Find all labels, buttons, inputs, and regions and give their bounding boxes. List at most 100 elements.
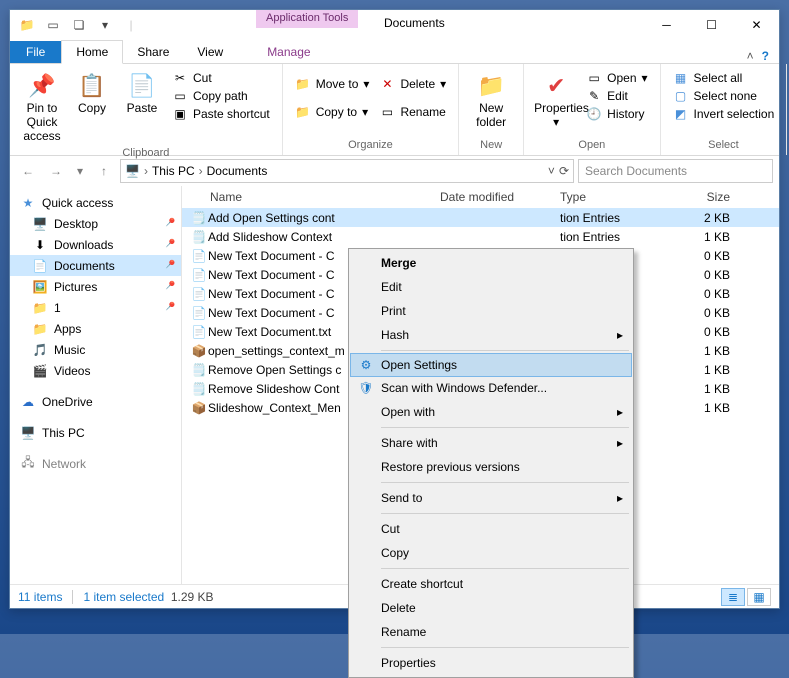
- breadcrumb-thispc[interactable]: This PC: [152, 164, 195, 178]
- pin-icon: 📍: [160, 236, 177, 253]
- sidebar-item-pictures[interactable]: 🖼️Pictures📍: [10, 276, 181, 297]
- moveto-button[interactable]: 📁Move to▾: [295, 76, 370, 92]
- copy-button[interactable]: 📋Copy: [68, 68, 116, 118]
- paste-button[interactable]: 📄Paste: [118, 68, 166, 118]
- recent-dropdown[interactable]: ▾: [72, 159, 88, 183]
- edit-button[interactable]: ✎Edit: [586, 88, 647, 104]
- file-size: 1 KB: [670, 382, 730, 396]
- file-icon: 📄: [190, 325, 208, 339]
- ribbon: 📌Pin to Quick access 📋Copy 📄Paste ✂Cut ▭…: [10, 64, 779, 156]
- breadcrumb-documents[interactable]: Documents: [207, 164, 268, 178]
- sidebar-item-downloads[interactable]: ⬇Downloads📍: [10, 234, 181, 255]
- invertselection-button[interactable]: ◩Invert selection: [673, 106, 775, 122]
- file-icon: 📦: [190, 401, 208, 415]
- sidebar-quickaccess[interactable]: ★Quick access: [10, 192, 181, 213]
- ctx-sharewith[interactable]: Share with▸: [351, 431, 631, 455]
- qat-dropdown-icon[interactable]: ▾: [94, 14, 116, 36]
- chevron-right-icon[interactable]: ›: [197, 164, 205, 178]
- copypath-button[interactable]: ▭Copy path: [172, 88, 270, 104]
- file-size: 1 KB: [670, 401, 730, 415]
- search-input[interactable]: Search Documents: [578, 159, 773, 183]
- open-button[interactable]: ▭Open▾: [586, 70, 647, 86]
- ctx-opensettings[interactable]: ⚙Open Settings: [350, 353, 632, 377]
- status-selected: 1 item selected: [83, 590, 164, 604]
- file-row[interactable]: 🗒️Add Slideshow Contexttion Entries1 KB: [182, 227, 779, 246]
- ctx-hash[interactable]: Hash▸: [351, 323, 631, 347]
- copyto-button[interactable]: 📁Copy to▾: [295, 104, 370, 120]
- ribbon-collapse-icon[interactable]: ˄: [747, 49, 754, 63]
- ctx-cut[interactable]: Cut: [351, 517, 631, 541]
- qat-properties-icon[interactable]: ▭: [42, 14, 64, 36]
- ctx-openwith[interactable]: Open with▸: [351, 400, 631, 424]
- breadcrumb[interactable]: 🖥️ › This PC › Documents ˅⟳: [120, 159, 574, 183]
- selectnone-button[interactable]: ▢Select none: [673, 88, 775, 104]
- ctx-copy[interactable]: Copy: [351, 541, 631, 565]
- sidebar-network[interactable]: 🖧Network: [10, 453, 181, 474]
- refresh-icon[interactable]: ⟳: [559, 164, 569, 178]
- help-icon[interactable]: ?: [762, 49, 769, 63]
- ctx-sendto[interactable]: Send to▸: [351, 486, 631, 510]
- maximize-button[interactable]: ☐: [689, 10, 734, 39]
- file-row[interactable]: 🗒️Add Open Settings conttion Entries2 KB: [182, 208, 779, 227]
- ctx-print[interactable]: Print: [351, 299, 631, 323]
- ctx-delete[interactable]: Delete: [351, 596, 631, 620]
- sidebar-thispc[interactable]: 🖥️This PC: [10, 422, 181, 443]
- sidebar-onedrive[interactable]: ☁OneDrive: [10, 391, 181, 412]
- tab-view[interactable]: View: [183, 41, 237, 63]
- sidebar-item-label: Documents: [54, 259, 115, 273]
- chevron-right-icon: ▸: [617, 328, 623, 342]
- folder-icon: 📄: [32, 259, 48, 273]
- address-dropdown-icon[interactable]: ˅: [548, 164, 555, 178]
- ctx-properties[interactable]: Properties: [351, 651, 631, 675]
- file-size: 0 KB: [670, 325, 730, 339]
- column-headers[interactable]: Name Date modified Type Size: [182, 186, 779, 208]
- ctx-rename[interactable]: Rename: [351, 620, 631, 644]
- newfolder-button[interactable]: 📁New folder: [467, 68, 515, 132]
- sidebar-item-label: 1: [54, 301, 61, 315]
- folder-icon: ⬇: [32, 238, 48, 252]
- chevron-right-icon: ▸: [617, 491, 623, 505]
- qat-newfolder-icon[interactable]: ❏: [68, 14, 90, 36]
- tab-file[interactable]: File: [10, 41, 61, 63]
- cut-button[interactable]: ✂Cut: [172, 70, 270, 86]
- ctx-createshortcut[interactable]: Create shortcut: [351, 572, 631, 596]
- pasteshortcut-button[interactable]: ▣Paste shortcut: [172, 106, 270, 122]
- sidebar-item-music[interactable]: 🎵Music: [10, 339, 181, 360]
- rename-button[interactable]: ▭Rename: [379, 104, 446, 120]
- ribbon-tabs: File Home Share View Manage ˄ ?: [10, 40, 779, 64]
- tab-home[interactable]: Home: [61, 40, 123, 64]
- file-size: 0 KB: [670, 268, 730, 282]
- history-button[interactable]: 🕘History: [586, 106, 647, 122]
- ctx-merge[interactable]: Merge: [351, 251, 631, 275]
- chevron-right-icon[interactable]: ›: [142, 164, 150, 178]
- pin-icon: 📍: [160, 278, 177, 295]
- ctx-restore[interactable]: Restore previous versions: [351, 455, 631, 479]
- gear-icon: ⚙: [357, 358, 375, 372]
- forward-button[interactable]: →: [44, 159, 68, 183]
- file-icon: 🗒️: [190, 363, 208, 377]
- ctx-defender[interactable]: 🛡Scan with Windows Defender...: [351, 376, 631, 400]
- folder-icon: 📁: [32, 322, 48, 336]
- up-button[interactable]: ↑: [92, 159, 116, 183]
- app-icon: 📁: [16, 14, 38, 36]
- pin-quickaccess-button[interactable]: 📌Pin to Quick access: [18, 68, 66, 145]
- minimize-button[interactable]: ─: [644, 10, 689, 39]
- sidebar-item-apps[interactable]: 📁Apps: [10, 318, 181, 339]
- folder-icon: 📁: [32, 301, 48, 315]
- tab-share[interactable]: Share: [123, 41, 183, 63]
- selectall-button[interactable]: ▦Select all: [673, 70, 775, 86]
- delete-button[interactable]: ✕Delete▾: [379, 76, 446, 92]
- sidebar-item-documents[interactable]: 📄Documents📍: [10, 255, 181, 276]
- file-size: 0 KB: [670, 287, 730, 301]
- view-details-button[interactable]: ≣: [721, 588, 745, 606]
- sidebar-item-1[interactable]: 📁1📍: [10, 297, 181, 318]
- sidebar-item-desktop[interactable]: 🖥️Desktop📍: [10, 213, 181, 234]
- back-button[interactable]: ←: [16, 159, 40, 183]
- properties-button[interactable]: ✔Properties ▾: [532, 68, 580, 132]
- ctx-edit[interactable]: Edit: [351, 275, 631, 299]
- close-button[interactable]: ✕: [734, 10, 779, 39]
- sidebar-item-videos[interactable]: 🎬Videos: [10, 360, 181, 381]
- view-icons-button[interactable]: ▦: [747, 588, 771, 606]
- file-icon: 🗒️: [190, 211, 208, 225]
- tab-manage[interactable]: Manage: [253, 41, 324, 63]
